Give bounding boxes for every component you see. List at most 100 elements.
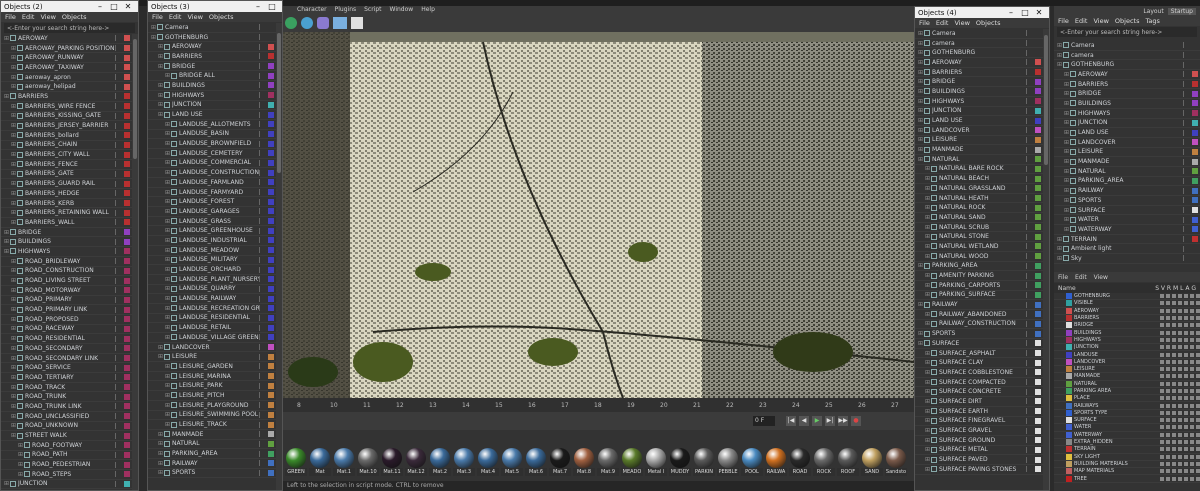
expand-icon[interactable]: ⊞ xyxy=(164,421,171,428)
menu-item[interactable]: Objects xyxy=(1115,17,1140,25)
tree-row[interactable]: ⊞ Camera xyxy=(915,29,1043,39)
visibility-dots-icon[interactable] xyxy=(259,276,264,283)
visibility-dots-icon[interactable] xyxy=(259,179,264,186)
tree-row[interactable]: ⊞ Ambient light xyxy=(1054,244,1200,255)
tree-row[interactable]: ⊞ ROAD_TRUNK LINK xyxy=(1,402,132,412)
expand-icon[interactable]: ⊞ xyxy=(1063,90,1070,97)
tree-row[interactable]: ⊞ AEROWAY xyxy=(1,34,132,44)
visibility-dots-icon[interactable] xyxy=(1183,100,1188,107)
expand-icon[interactable]: ⊞ xyxy=(164,314,171,321)
tree-row[interactable]: ⊞ Sky xyxy=(1054,254,1200,264)
timeline-ruler[interactable]: 8 10 11 12 13 14 15 16 17 18 19 20 21 22 23 24 25 26 27 xyxy=(283,398,914,412)
layer-flags[interactable] xyxy=(1160,294,1200,299)
expand-icon[interactable]: ⊞ xyxy=(917,117,924,124)
material-swatch[interactable]: SAND xyxy=(861,448,883,478)
layer-color-swatch[interactable] xyxy=(1035,291,1041,298)
layer-color-swatch[interactable] xyxy=(1066,460,1072,467)
layer-color-swatch[interactable] xyxy=(1066,358,1072,365)
grid-tool-icon[interactable] xyxy=(333,17,347,29)
layout-dropdown[interactable]: Startup xyxy=(1167,7,1196,15)
tree-row[interactable]: ⊞ LANDUSE_COMMERCIAL xyxy=(148,159,276,169)
visibility-dots-icon[interactable] xyxy=(115,112,120,119)
tree-row[interactable]: ⊞ BARRIERS_JERSEY_BARRIER xyxy=(1,121,132,131)
visibility-dots-icon[interactable] xyxy=(1183,168,1188,175)
layer-color-swatch[interactable] xyxy=(124,83,130,90)
visibility-dots-icon[interactable] xyxy=(115,296,120,303)
layer-color-swatch[interactable] xyxy=(124,355,130,362)
visibility-dots-icon[interactable] xyxy=(259,460,264,467)
tree-row[interactable]: ⊞ SURFACE GROUND xyxy=(915,436,1043,446)
tree-row[interactable]: ⊞ BARRIERS_RETAINING WALL xyxy=(1,208,132,219)
layer-color-swatch[interactable] xyxy=(268,402,274,409)
expand-icon[interactable]: ⊞ xyxy=(924,311,931,318)
search-input[interactable]: <-Enter your search string here-> xyxy=(1057,27,1197,37)
layer-color-swatch[interactable] xyxy=(1035,398,1041,405)
layer-flags[interactable] xyxy=(1160,381,1200,386)
expand-icon[interactable]: ⊞ xyxy=(164,169,171,176)
layer-flags[interactable] xyxy=(1160,454,1200,459)
visibility-dots-icon[interactable] xyxy=(259,324,264,331)
tree-row[interactable]: ⊞ ROAD_SERVICE xyxy=(1,363,132,374)
tree-row[interactable]: ⊞ SURFACE CONCRETE xyxy=(915,387,1043,398)
visibility-dots-icon[interactable] xyxy=(1026,214,1031,221)
tree-row[interactable]: ⊞ RAILWAY xyxy=(915,300,1043,310)
layer-color-swatch[interactable] xyxy=(1035,340,1041,347)
expand-icon[interactable]: ⊞ xyxy=(917,49,924,56)
material-swatch[interactable]: Mat.10 xyxy=(357,448,379,478)
visibility-dots-icon[interactable] xyxy=(1026,330,1031,337)
titlebar[interactable]: Objects (3) – □ xyxy=(148,1,282,12)
menu-item[interactable]: View xyxy=(954,19,969,27)
tree-row[interactable]: ⊞ SURFACE GRAVEL xyxy=(915,426,1043,436)
layer-color-swatch[interactable] xyxy=(1035,175,1041,182)
expand-icon[interactable]: ⊞ xyxy=(10,258,17,265)
layer-color-swatch[interactable] xyxy=(124,103,130,110)
maximize-icon[interactable]: □ xyxy=(107,2,121,11)
expand-icon[interactable]: ⊞ xyxy=(164,392,171,399)
expand-icon[interactable]: ⊞ xyxy=(157,460,164,467)
tree-row[interactable]: ⊞ LANDUSE_FOREST xyxy=(148,197,276,208)
goto-start-icon[interactable]: |◀ xyxy=(786,416,796,426)
layer-color-swatch[interactable] xyxy=(1035,146,1041,153)
visibility-dots-icon[interactable] xyxy=(259,189,264,196)
menu-item[interactable]: Character xyxy=(297,6,327,15)
tree-row[interactable]: ⊞ LANDUSE_GARAGES xyxy=(148,207,276,217)
tree-row[interactable]: ⊞ LANDUSE_RECREATION GROUND xyxy=(148,304,276,314)
layer-color-swatch[interactable] xyxy=(1035,320,1041,327)
layer-color-swatch[interactable] xyxy=(124,413,130,420)
layer-flags[interactable] xyxy=(1160,359,1200,364)
layer-color-swatch[interactable] xyxy=(268,189,274,196)
layer-color-swatch[interactable] xyxy=(268,237,274,244)
menu-item[interactable]: Plugins xyxy=(335,6,357,15)
layer-color-swatch[interactable] xyxy=(1066,409,1072,416)
layer-flags[interactable] xyxy=(1160,403,1200,408)
layer-color-swatch[interactable] xyxy=(1192,119,1198,126)
material-swatch[interactable]: PARKIN xyxy=(693,448,715,478)
visibility-dots-icon[interactable] xyxy=(259,169,264,176)
tree-row[interactable]: ⊞ SURFACE_ASPHALT xyxy=(915,349,1043,359)
visibility-dots-icon[interactable] xyxy=(259,353,264,360)
layer-color-swatch[interactable] xyxy=(124,180,130,187)
expand-icon[interactable]: ⊞ xyxy=(924,388,931,395)
visibility-dots-icon[interactable] xyxy=(259,111,264,118)
expand-icon[interactable]: ⊞ xyxy=(1063,216,1070,223)
layer-color-swatch[interactable] xyxy=(124,248,130,255)
layer-color-swatch[interactable] xyxy=(268,382,274,389)
tree-row[interactable]: ⊞ Camera xyxy=(148,23,276,33)
sphere-tool-icon[interactable] xyxy=(285,17,297,29)
layer-color-swatch[interactable] xyxy=(1066,424,1072,431)
expand-icon[interactable]: ⊞ xyxy=(917,107,924,114)
objects-window-4[interactable]: Objects (4) – □ ✕ File Edit View Objects ⊞ C… xyxy=(914,6,1050,491)
expand-icon[interactable]: ⊞ xyxy=(924,379,931,386)
layer-color-swatch[interactable] xyxy=(268,130,274,137)
visibility-dots-icon[interactable] xyxy=(1026,136,1031,143)
layer-color-swatch[interactable] xyxy=(1192,207,1198,214)
tree-row[interactable]: ⊞ ROAD_PEDESTRIAN xyxy=(1,460,132,470)
tree-row[interactable]: ⊞ TERRAIN xyxy=(1054,235,1200,245)
expand-icon[interactable]: ⊞ xyxy=(1063,226,1070,233)
layer-color-swatch[interactable] xyxy=(1192,197,1198,204)
layer-color-swatch[interactable] xyxy=(1192,100,1198,107)
material-swatch[interactable]: Mat.9 xyxy=(597,448,619,478)
visibility-dots-icon[interactable] xyxy=(259,314,264,321)
layer-color-swatch[interactable] xyxy=(268,24,274,30)
tree-row[interactable]: ⊞ SURFACE xyxy=(1054,206,1200,216)
